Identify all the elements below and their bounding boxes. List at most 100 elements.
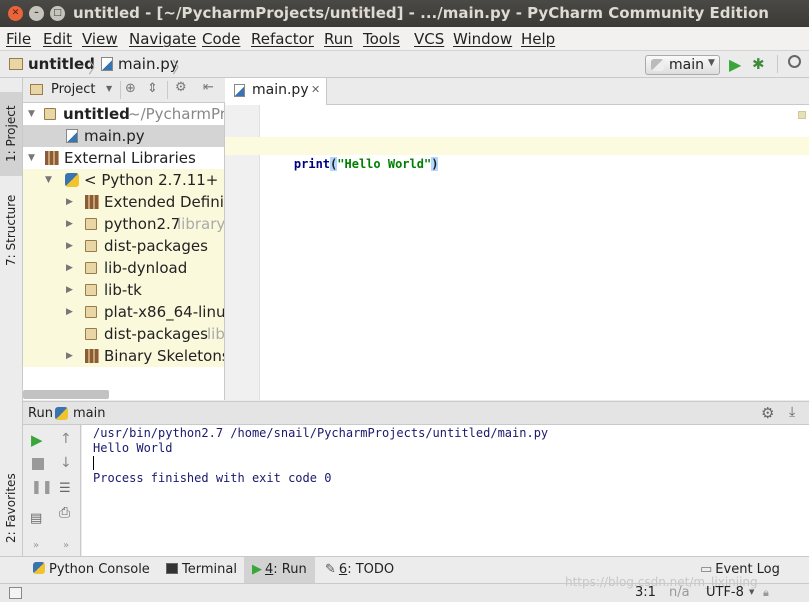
tree-item-label: python2.7 <box>104 215 181 233</box>
chevron-down-icon[interactable]: ▼ <box>749 588 754 596</box>
console-line: /usr/bin/python2.7 /home/snail/PycharmPr… <box>93 426 549 440</box>
tree-item-binary-skeletons[interactable]: ▶ Binary Skeletons <box>23 345 224 367</box>
tree-item-dist-packages-root[interactable]: dist-packages library root <box>23 323 224 345</box>
run-icon[interactable]: ▶ <box>729 55 741 74</box>
collapsed-arrow-icon[interactable]: ▶ <box>66 279 73 301</box>
more-icon[interactable]: » <box>63 540 69 551</box>
hide-panel-icon[interactable]: ⇤ <box>203 80 214 95</box>
folder-icon <box>85 262 97 274</box>
tab-project[interactable]: 1: Project <box>0 92 22 176</box>
menu-navigate[interactable]: Navigate <box>129 30 196 48</box>
tree-item-lib-tk[interactable]: ▶ lib-tk <box>23 279 224 301</box>
caret-position[interactable]: 3:1 <box>635 585 656 600</box>
expanded-arrow-icon[interactable]: ▼ <box>28 147 35 169</box>
locate-icon[interactable]: ⊕ <box>125 81 136 96</box>
hide-panel-icon[interactable]: ⤓ <box>789 404 795 420</box>
search-icon[interactable] <box>788 55 801 68</box>
run-console-output[interactable]: /usr/bin/python2.7 /home/snail/PycharmPr… <box>82 425 809 556</box>
code-string: "Hello World" <box>337 157 432 171</box>
minimize-window-icon[interactable]: – <box>29 6 44 21</box>
menu-tools[interactable]: Tools <box>363 30 400 48</box>
collapsed-arrow-icon[interactable]: ▶ <box>66 235 73 257</box>
tree-item-label: lib-dynload <box>104 259 188 277</box>
menu-file[interactable]: File <box>6 30 31 48</box>
expanded-arrow-icon[interactable]: ▼ <box>45 169 52 191</box>
tree-item-dist-packages[interactable]: ▶ dist-packages <box>23 235 224 257</box>
tab-structure[interactable]: 7: Structure <box>0 190 22 270</box>
tab-terminal[interactable]: Terminal <box>158 557 245 583</box>
close-window-icon[interactable]: ✕ <box>8 6 23 21</box>
expanded-arrow-icon[interactable]: ▼ <box>28 103 35 125</box>
print-icon[interactable]: ⎙ <box>59 505 70 521</box>
tab-run[interactable]: ▶ 4: Run <box>244 557 315 583</box>
menu-edit[interactable]: Edit <box>43 30 72 48</box>
library-icon <box>85 195 99 209</box>
menu-vcs[interactable]: VCS <box>414 30 444 48</box>
tree-item-main-py[interactable]: main.py <box>23 125 224 147</box>
tree-item-python27[interactable]: ▶ python2.7 library root <box>23 213 224 235</box>
editor-tab-main-py[interactable]: main.py ✕ <box>225 78 327 105</box>
scroll-down-icon[interactable]: ↓ <box>60 455 72 471</box>
chevron-down-icon[interactable]: ▼ <box>106 84 112 93</box>
tool-windows-icon[interactable] <box>9 587 22 599</box>
stop-icon[interactable] <box>32 458 44 470</box>
collapse-all-icon[interactable]: ⇕ <box>147 81 158 96</box>
menu-help[interactable]: Help <box>521 30 555 48</box>
menu-window[interactable]: Window <box>453 30 512 48</box>
project-panel: Project ▼ ⊕ ⇕ ⚙ ⇤ ▼ untitled ~/PycharmPr… <box>23 78 225 400</box>
menu-refactor[interactable]: Refactor <box>251 30 314 48</box>
tree-item-label: main.py <box>84 127 145 145</box>
restore-layout-icon[interactable]: ▤ <box>30 511 42 526</box>
tree-item-label: dist-packages <box>104 325 208 343</box>
line-separator[interactable]: n/a <box>669 585 690 600</box>
tree-item-lib-dynload[interactable]: ▶ lib-dynload <box>23 257 224 279</box>
soft-wrap-icon[interactable]: ☰ <box>59 481 71 496</box>
rerun-icon[interactable]: ▶ <box>31 431 43 449</box>
collapsed-arrow-icon[interactable]: ▶ <box>66 191 73 213</box>
tree-root-path: ~/PycharmProjects/untitled <box>128 105 224 123</box>
tab-todo[interactable]: ✎ 6: TODO <box>317 557 402 583</box>
menu-view[interactable]: View <box>82 30 118 48</box>
run-config-dropdown[interactable]: main ▼ <box>645 55 720 75</box>
breadcrumb-file[interactable]: main.py <box>118 55 179 73</box>
console-line: Hello World <box>93 441 173 455</box>
run-tab-label: : Run <box>273 562 307 577</box>
tab-python-console[interactable]: Python Console <box>25 557 158 583</box>
gear-icon[interactable]: ⚙ <box>761 404 774 422</box>
tree-item-external-libraries[interactable]: ▼ External Libraries <box>23 147 224 169</box>
menu-code[interactable]: Code <box>202 30 240 48</box>
lock-icon[interactable]: 🔒︎ <box>763 586 769 600</box>
maximize-window-icon[interactable]: □ <box>50 6 65 21</box>
project-view-dropdown[interactable]: Project <box>51 82 95 97</box>
todo-icon: ✎ <box>325 562 336 577</box>
scroll-up-icon[interactable]: ↑ <box>60 431 72 447</box>
menu-run[interactable]: Run <box>324 30 353 48</box>
library-root-note: library root <box>207 325 224 343</box>
more-icon[interactable]: » <box>33 540 39 551</box>
python-file-icon <box>66 129 78 143</box>
breadcrumb-project[interactable]: untitled <box>28 55 95 73</box>
error-stripe-marker <box>798 111 806 119</box>
collapsed-arrow-icon[interactable]: ▶ <box>66 345 73 367</box>
tree-item-extended-definitions[interactable]: ▶ Extended Definitions <box>23 191 224 213</box>
horizontal-scrollbar[interactable] <box>23 390 109 399</box>
code-editor[interactable]: print("Hello World") <box>260 105 809 400</box>
pause-icon[interactable]: ❚❚ <box>31 480 53 495</box>
divider <box>777 55 778 73</box>
tree-item-label: Binary Skeletons <box>104 347 224 365</box>
file-encoding[interactable]: UTF-8 <box>706 585 744 600</box>
tree-item-python-sdk[interactable]: ▼ < Python 2.7.11+ (/usr/bin/python2.7) … <box>23 169 224 191</box>
tab-favorites[interactable]: 2: Favorites <box>0 466 22 550</box>
collapsed-arrow-icon[interactable]: ▶ <box>66 213 73 235</box>
library-icon <box>45 151 59 165</box>
folder-icon <box>9 58 23 70</box>
gear-icon[interactable]: ⚙ <box>175 80 187 95</box>
todo-tab-number: 6 <box>338 562 348 577</box>
tree-root[interactable]: ▼ untitled ~/PycharmProjects/untitled <box>23 103 224 125</box>
editor-gutter <box>225 105 260 400</box>
close-tab-icon[interactable]: ✕ <box>311 83 320 96</box>
debug-icon[interactable]: ✱ <box>752 55 765 73</box>
collapsed-arrow-icon[interactable]: ▶ <box>66 301 73 323</box>
tree-item-plat-x86[interactable]: ▶ plat-x86_64-linux-gnu <box>23 301 224 323</box>
collapsed-arrow-icon[interactable]: ▶ <box>66 257 73 279</box>
